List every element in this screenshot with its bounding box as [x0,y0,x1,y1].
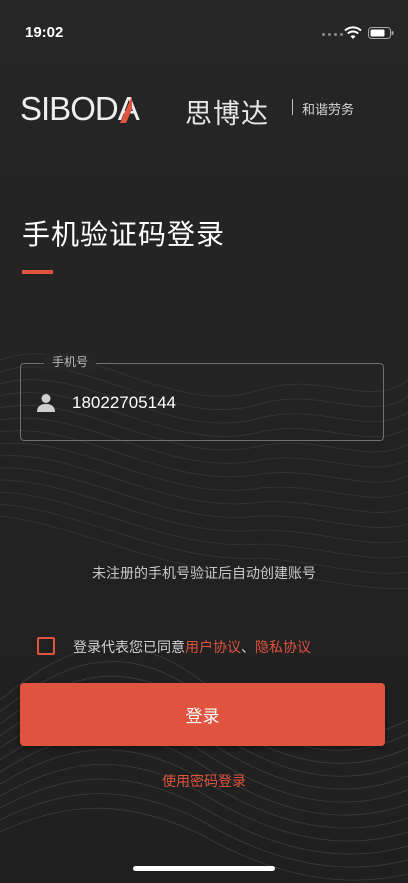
user-agreement-link[interactable]: 用户协议 [185,640,241,656]
privacy-policy-link[interactable]: 隐私协议 [255,640,311,656]
background-wave-decoration [0,353,408,881]
brand-divider [292,99,293,115]
agreement-checkbox[interactable] [37,637,55,655]
brand-chinese-name: 思博达 [185,99,269,130]
phone-field-label: 手机号 [44,353,97,371]
title-underline [22,270,53,274]
login-button[interactable]: 登录 [20,683,385,746]
phone-input[interactable] [72,390,362,416]
status-bar: 19:02 [0,0,408,64]
auto-register-hint: 未注册的手机号验证后自动创建账号 [92,566,316,582]
status-time: 19:02 [25,24,64,41]
brand-subtitle: 和谐劳务 [302,103,355,118]
agreement-text: 登录代表您已同意用户协议、隐私协议 [73,637,311,657]
agreement-prefix: 登录代表您已同意 [73,640,185,656]
siboda-logo: SIBODA [20,90,141,126]
page-title: 手机验证码登录 [22,218,226,251]
cellular-signal-icon [322,33,343,36]
login-screen: 19:02 SIBODA 思博达 和谐劳务 手机验证码登录 手机号 180227… [0,0,408,883]
home-indicator [133,866,275,871]
user-icon [37,394,55,412]
battery-icon [368,27,394,39]
wifi-icon [344,26,362,39]
brand-header: SIBODA 思博达 和谐劳务 [20,90,390,130]
agreement-separator: 、 [241,640,255,656]
password-login-link[interactable]: 使用密码登录 [0,771,408,791]
